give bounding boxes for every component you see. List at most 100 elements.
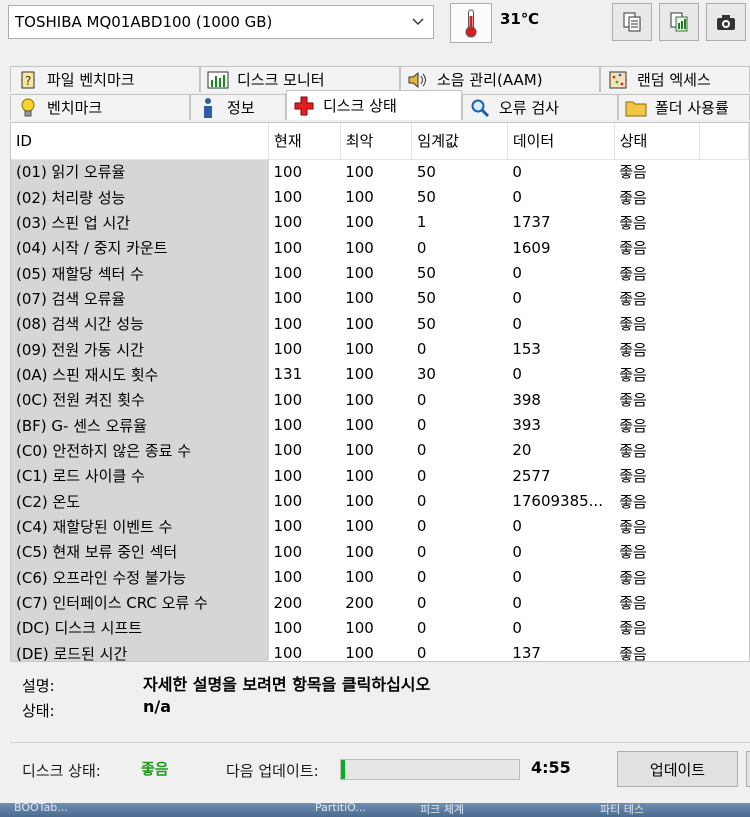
attribute-name: (C6) 오프라인 수정 불가능 xyxy=(11,564,269,590)
threshold-value: 0 xyxy=(416,466,427,485)
raw-data: 393 xyxy=(512,416,541,435)
column-header-current[interactable]: 현재 xyxy=(268,123,341,160)
taskbar-item[interactable]: PartitiO... xyxy=(315,803,366,814)
taskbar-item[interactable]: 피크 체계 xyxy=(420,803,464,817)
update-button[interactable]: 업데이트 xyxy=(617,751,738,787)
threshold-value: 30 xyxy=(416,365,436,384)
tab-folder-usage[interactable]: 폴더 사용률 xyxy=(618,94,750,120)
red-cross-icon xyxy=(293,95,315,117)
column-header-threshold[interactable]: 임계값 xyxy=(411,123,508,160)
table-row[interactable]: (03) 스핀 업 시간 100 100 1 1737 좋음 xyxy=(11,209,749,236)
current-value: 100 xyxy=(273,441,303,460)
worst-value: 100 xyxy=(345,188,374,207)
worst-value: 100 xyxy=(345,416,374,435)
table-row[interactable]: (C1) 로드 사이클 수 100 100 0 2577 좋음 xyxy=(11,463,749,489)
table-row[interactable]: (04) 시작 / 중지 카운트 100 100 0 1609 좋음 xyxy=(11,235,749,261)
threshold-value: 0 xyxy=(416,618,427,637)
temperature-value: 31℃ xyxy=(500,10,540,28)
worst-value: 100 xyxy=(345,264,374,283)
column-header-worst[interactable]: 최악 xyxy=(340,123,413,160)
disk-monitor-icon xyxy=(207,69,229,91)
raw-data: 0 xyxy=(512,618,522,637)
taskbar: BOOTab... PartitiO... 피크 체계 파티 테스 xyxy=(0,803,750,817)
description-label: 설명: xyxy=(22,677,55,695)
filler-cell xyxy=(700,463,749,488)
status-value: 좋음 xyxy=(619,365,647,384)
table-row[interactable]: (C2) 온도 100 100 0 17609385... 좋음 xyxy=(11,488,749,514)
threshold-value: 0 xyxy=(416,517,427,536)
threshold-value: 50 xyxy=(416,289,436,308)
status-value: 좋음 xyxy=(619,315,647,334)
filler-cell xyxy=(700,412,749,437)
table-row[interactable]: (02) 처리량 성능 100 100 50 0 좋음 xyxy=(11,184,749,210)
table-row[interactable]: (C7) 인터페이스 CRC 오류 수 200 200 0 0 좋음 xyxy=(11,589,749,616)
filler-cell xyxy=(700,590,749,615)
tab-error-scan[interactable]: 오류 검사 xyxy=(462,94,618,120)
raw-data: 137 xyxy=(512,644,541,662)
threshold-value: 0 xyxy=(416,492,427,511)
attribute-name: (05) 재할당 섹터 수 xyxy=(11,260,269,286)
extra-button[interactable] xyxy=(746,751,750,787)
table-row[interactable]: (C0) 안전하지 않은 종료 수 100 100 0 20 좋음 xyxy=(11,437,749,464)
copy-icon[interactable] xyxy=(612,3,652,41)
raw-data: 17609385... xyxy=(512,492,603,511)
table-row[interactable]: (07) 검색 오류율 100 100 50 0 좋음 xyxy=(11,285,749,312)
table-row[interactable]: (C5) 현재 보류 중인 섹터 100 100 0 0 좋음 xyxy=(11,539,749,565)
table-row[interactable]: (C4) 재할당된 이벤트 수 100 100 0 0 좋음 xyxy=(11,513,749,540)
table-row[interactable]: (09) 전원 가동 시간 100 100 0 153 좋음 xyxy=(11,336,749,362)
worst-value: 100 xyxy=(345,213,374,232)
status-value: 좋음 xyxy=(619,264,647,283)
column-header-id[interactable]: ID xyxy=(11,123,270,160)
tab-label: 파일 벤치마크 xyxy=(47,71,135,89)
filler-cell xyxy=(700,336,749,361)
tab-label: 랜덤 엑세스 xyxy=(637,71,711,89)
tab-file-benchmark[interactable]: ? 파일 벤치마크 xyxy=(10,66,200,92)
tab-noise-aam[interactable]: 소음 관리(AAM) xyxy=(400,66,600,92)
attribute-name: (C7) 인터페이스 CRC 오류 수 xyxy=(11,589,269,616)
table-row[interactable]: (08) 검색 시간 성능 100 100 50 0 좋음 xyxy=(11,311,749,337)
raw-data: 0 xyxy=(512,593,522,612)
lightbulb-icon xyxy=(17,97,39,119)
magnifier-icon xyxy=(469,97,491,119)
tab-disk-monitor[interactable]: 디스크 모니터 xyxy=(200,66,400,92)
filler-cell xyxy=(700,488,749,513)
thermometer-icon[interactable] xyxy=(450,3,492,43)
attribute-name: (0C) 전원 켜진 횟수 xyxy=(11,387,269,413)
threshold-value: 0 xyxy=(416,441,427,460)
tab-benchmark[interactable]: 벤치마크 xyxy=(10,94,190,120)
current-value: 100 xyxy=(273,264,303,283)
worst-value: 100 xyxy=(345,466,374,485)
random-access-icon xyxy=(607,69,629,91)
table-row[interactable]: (0C) 전원 켜진 횟수 100 100 0 398 좋음 xyxy=(11,387,749,413)
tab-disk-status[interactable]: 디스크 상태 xyxy=(286,90,462,120)
column-header-status[interactable]: 상태 xyxy=(614,123,701,160)
taskbar-item[interactable]: BOOTab... xyxy=(14,803,68,814)
drive-select[interactable]: TOSHIBA MQ01ABD100 (1000 GB) xyxy=(8,5,434,39)
status-value: 좋음 xyxy=(619,416,647,435)
column-header-data[interactable]: 데이터 xyxy=(507,123,615,160)
attribute-name: (08) 검색 시간 성능 xyxy=(11,311,269,337)
filler-cell xyxy=(700,210,749,235)
worst-value: 100 xyxy=(345,289,374,308)
table-row[interactable]: (BF) G- 센스 오류율 100 100 0 393 좋음 xyxy=(11,412,749,438)
table-row[interactable]: (01) 읽기 오류율 100 100 50 0 좋음 xyxy=(11,159,749,185)
tab-random-access[interactable]: 랜덤 엑세스 xyxy=(600,66,750,92)
table-row[interactable]: (C6) 오프라인 수정 불가능 100 100 0 0 좋음 xyxy=(11,564,749,590)
update-countdown: 4:55 xyxy=(531,758,571,777)
copy-data-icon[interactable] xyxy=(659,3,699,41)
worst-value: 100 xyxy=(345,390,374,409)
update-progress-bar xyxy=(340,759,520,780)
taskbar-item[interactable]: 파티 테스 xyxy=(600,803,644,817)
speaker-icon xyxy=(407,69,429,91)
table-row[interactable]: (05) 재할당 섹터 수 100 100 50 0 좋음 xyxy=(11,260,749,286)
table-row[interactable]: (DE) 로드된 시간 100 100 0 137 좋음 xyxy=(11,640,749,662)
table-header-row: ID 현재 최악 임계값 데이터 상태 xyxy=(11,123,749,160)
table-row[interactable]: (0A) 스핀 재시도 횟수 131 100 30 0 좋음 xyxy=(11,361,749,388)
tab-label: 정보 xyxy=(227,99,255,117)
camera-icon[interactable] xyxy=(706,3,746,41)
tab-info[interactable]: 정보 xyxy=(190,94,286,120)
disk-status-value: 좋음 xyxy=(141,760,169,778)
table-row[interactable]: (DC) 디스크 시프트 100 100 0 0 좋음 xyxy=(11,615,749,641)
current-value: 100 xyxy=(273,314,303,333)
threshold-value: 0 xyxy=(416,238,427,257)
